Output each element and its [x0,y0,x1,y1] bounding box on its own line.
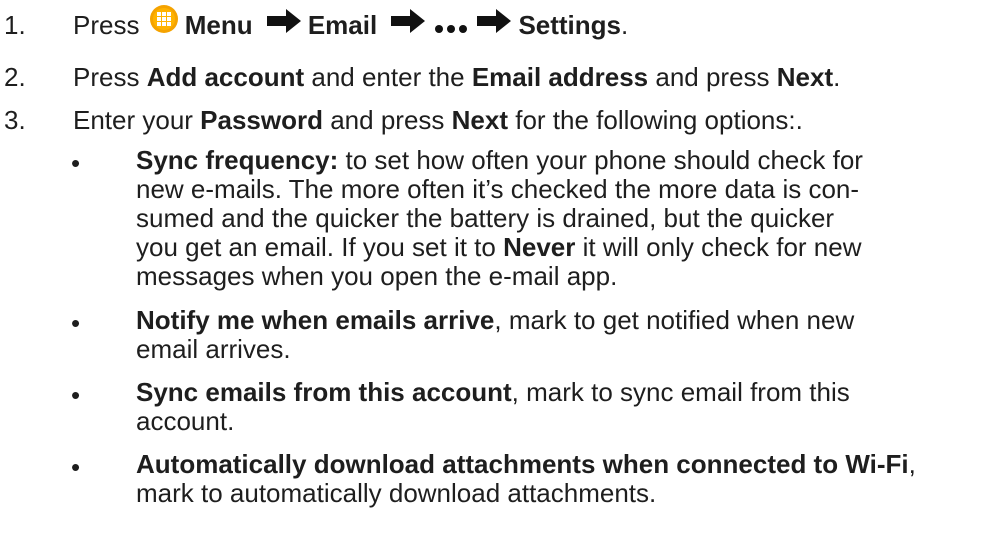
step-text: Press Add account and enter the Email ad… [73,60,840,94]
text-line: email arrives. [136,335,976,364]
step-text: Enter your Password and press Next for t… [73,103,803,137]
text: mark to automatically download attachmen… [136,478,657,508]
text: Press [73,62,147,92]
right-arrow-icon [266,8,302,42]
option-text: Notify me when emails arrive, mark to ge… [136,306,976,364]
text: and press [648,62,777,92]
next-label: Next [776,62,834,92]
option-title: Sync emails from this account [136,377,512,407]
text-line: you get an email. If you set it to Never… [136,233,976,262]
text: to set how often your phone should check… [338,145,863,175]
option-title: Sync frequency: [136,145,339,175]
step-number: 3. [4,105,26,135]
text: Enter your [73,105,201,135]
right-arrow-icon [390,8,426,42]
next-label: Next [451,105,508,135]
text-line: mark to automatically download attachmen… [136,479,976,508]
option-title: Notify me when emails arrive [136,305,495,335]
email-address-label: Email address [471,62,649,92]
text: email arrives. [136,334,291,364]
password-label: Password [200,105,323,135]
bullet-marker: • [71,380,81,410]
right-arrow-icon [476,8,512,42]
bullet-marker: • [71,308,81,338]
text-line: messages when you open the e-mail app. [136,262,976,291]
text: , mark to get notified when new [494,305,855,335]
text: sumed and the quicker the battery is dra… [136,203,835,233]
never-label: Never [503,232,576,262]
add-account-label: Add account [146,62,305,92]
option-text: Sync emails from this account, mark to s… [136,378,976,436]
step-number: 1. [4,10,26,40]
text: and enter the [304,62,472,92]
text: you get an email. If you set it to [136,232,504,262]
option-text: Automatically download attachments when … [136,450,976,508]
text: account. [136,406,235,436]
option-title: Automatically download attachments when … [136,449,909,479]
text: . [833,62,841,92]
text: it will only check for new [575,232,862,262]
bullet-marker: • [71,452,81,482]
text: messages when you open the e-mail app. [136,261,618,291]
text: for the following options:. [508,105,803,135]
step-number: 2. [4,62,26,92]
text: , [908,449,916,479]
text: new e-mails. The more often it’s checked… [136,174,860,204]
period: . [621,10,629,40]
bullet-marker: • [71,148,81,178]
text: , mark to sync email from this [511,377,850,407]
text-line: Sync frequency: to set how often your ph… [136,146,976,175]
more-dots-icon [434,8,468,42]
instructions-document: 1. Press Menu Email Settings. 2. Press A… [0,0,997,547]
press-text: Press [73,10,140,40]
menu-label: Menu [184,10,253,40]
step-text: Press Menu Email Settings. [73,5,629,46]
option-text: Sync frequency: to set how often your ph… [136,146,976,291]
email-label: Email [307,10,378,40]
text-line: Automatically download attachments when … [136,450,976,479]
text: and press [323,105,452,135]
settings-label: Settings [518,10,622,40]
text-line: sumed and the quicker the battery is dra… [136,204,976,233]
text-line: account. [136,407,976,436]
grid-menu-icon [149,4,179,42]
text-line: Sync emails from this account, mark to s… [136,378,976,407]
text-line: Notify me when emails arrive, mark to ge… [136,306,976,335]
text-line: new e-mails. The more often it’s checked… [136,175,976,204]
